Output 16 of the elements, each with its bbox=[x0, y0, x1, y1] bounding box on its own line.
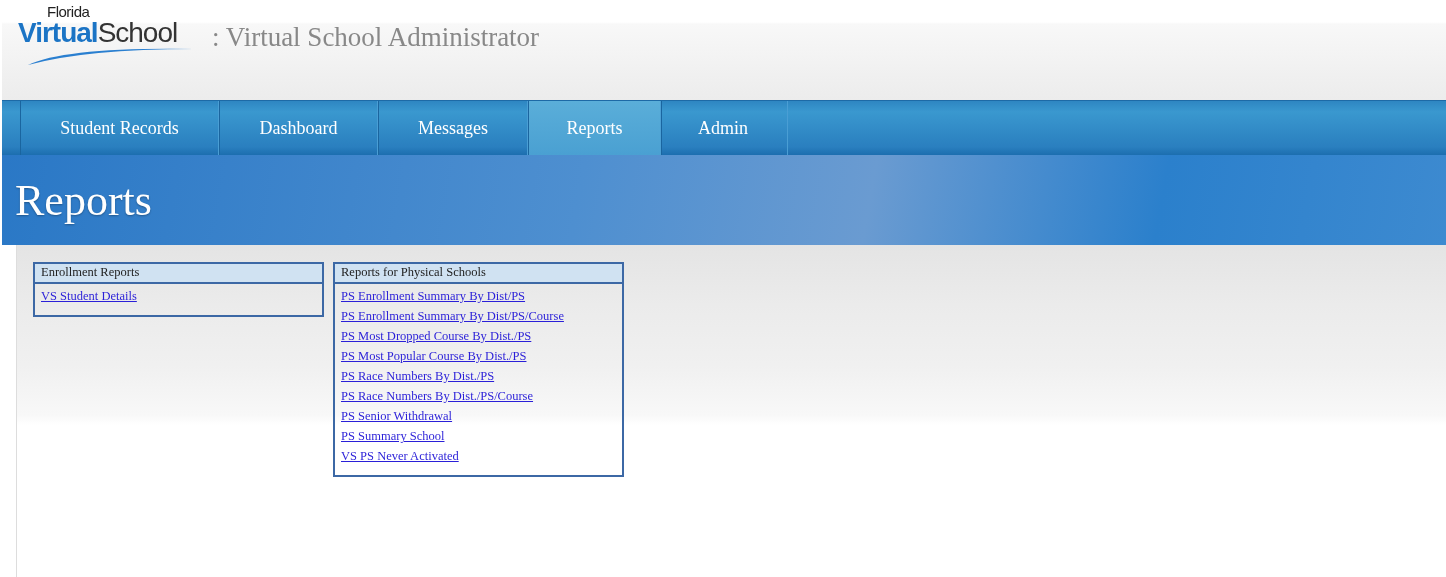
report-link[interactable]: PS Most Popular Course By Dist./PS bbox=[341, 348, 616, 365]
report-link[interactable]: VS Student Details bbox=[41, 288, 316, 305]
report-link[interactable]: VS PS Never Activated bbox=[341, 448, 616, 465]
panel-header: Enrollment Reports bbox=[35, 264, 322, 284]
page-title: Reports bbox=[15, 174, 152, 226]
logo-text: Florida bbox=[47, 4, 91, 19]
report-link[interactable]: PS Senior Withdrawal bbox=[341, 408, 616, 425]
report-link[interactable]: PS Race Numbers By Dist./PS bbox=[341, 368, 616, 385]
report-link[interactable]: PS Most Dropped Course By Dist./PS bbox=[341, 328, 616, 345]
app-title: : Virtual School Administrator bbox=[212, 22, 540, 53]
report-link[interactable]: PS Enrollment Summary By Dist/PS/Course bbox=[341, 308, 616, 325]
report-link[interactable]: PS Enrollment Summary By Dist/PS bbox=[341, 288, 616, 305]
report-link[interactable]: PS Race Numbers By Dist./PS/Course bbox=[341, 388, 616, 405]
panel-header: Reports for Physical Schools bbox=[335, 264, 622, 284]
logo-wordmark: VirtualSchool bbox=[18, 19, 179, 47]
report-link[interactable]: PS Summary School bbox=[341, 428, 616, 445]
